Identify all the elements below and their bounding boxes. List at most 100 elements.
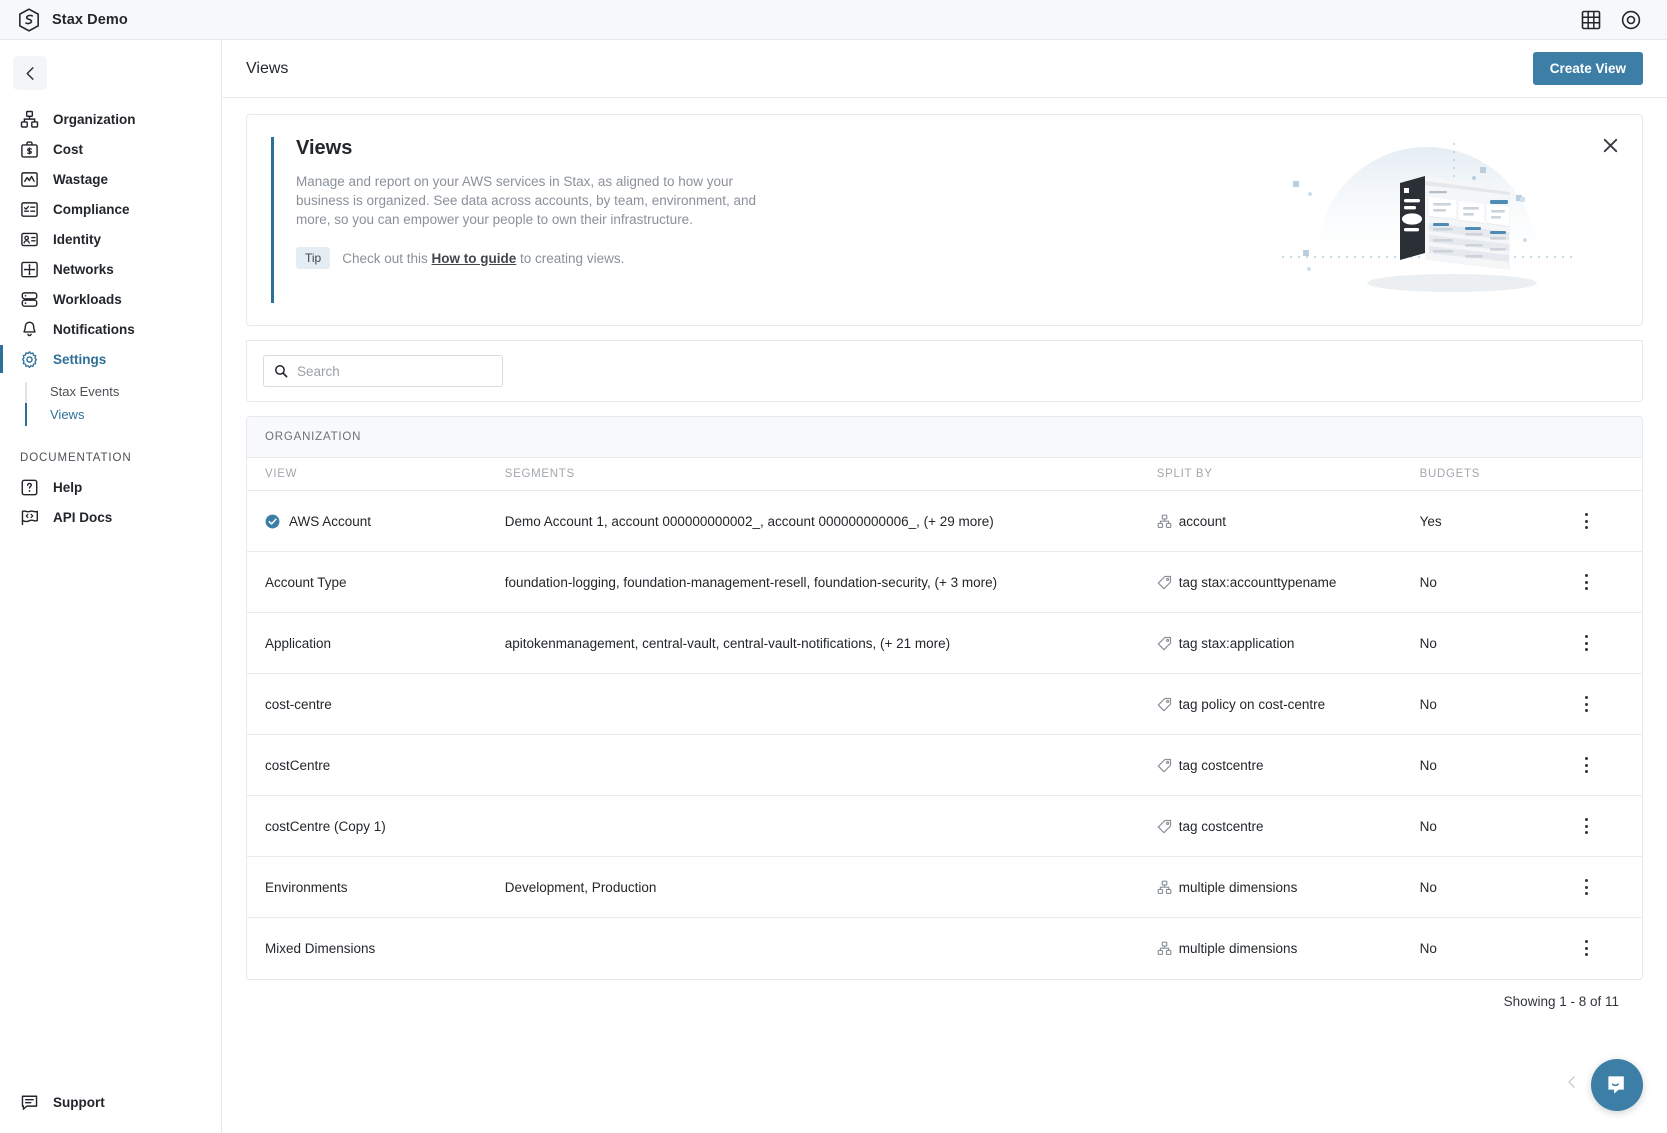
sidebar-collapse-button[interactable] <box>13 56 47 90</box>
sidebar-item-help[interactable]: Help <box>0 472 221 502</box>
cell-budgets: Yes <box>1419 490 1572 552</box>
sidebar-item-settings[interactable]: Settings <box>0 344 221 374</box>
cell-budgets: No <box>1419 551 1572 613</box>
split-by-label: tag policy on cost-centre <box>1178 696 1326 712</box>
cell-budgets: No <box>1419 940 1437 956</box>
sidebar-item-organization[interactable]: Organization <box>0 104 221 134</box>
tag-icon <box>1157 575 1171 589</box>
banner-close-button[interactable] <box>1598 133 1622 157</box>
row-menu-button[interactable] <box>1577 756 1595 774</box>
sidebar-subitem-label: Views <box>50 407 85 422</box>
chat-launcher-button[interactable] <box>1591 1059 1643 1111</box>
search-box[interactable] <box>263 355 503 387</box>
cell-view: costCentre <box>247 734 505 796</box>
sidebar-item-notifications[interactable]: Notifications <box>0 314 221 344</box>
tag-icon <box>1157 697 1171 711</box>
tag-icon <box>1157 636 1171 650</box>
table-row[interactable]: cost-centre tag policy on cost-centre No <box>247 673 1642 735</box>
table-row[interactable]: AWS Account Demo Account 1, account 00000… <box>247 490 1642 552</box>
cell-split-by: tag stax:application <box>1156 612 1420 674</box>
search-card <box>246 340 1643 402</box>
view-name: Environments <box>265 879 348 895</box>
view-name: costCentre <box>265 757 331 773</box>
banner-title: Views <box>296 137 353 159</box>
row-menu-button[interactable] <box>1577 817 1595 835</box>
gear-icon <box>21 350 38 368</box>
sidebar-item-label: Cost <box>53 141 83 157</box>
networks-icon <box>21 261 38 277</box>
cell-segments <box>504 734 1157 796</box>
table-row[interactable]: Application apitokenmanagement, central-v… <box>247 612 1642 674</box>
search-input[interactable] <box>297 363 492 379</box>
row-menu-button[interactable] <box>1577 512 1595 530</box>
identity-card-icon <box>21 232 38 246</box>
sidebar-subitem-stax-events[interactable]: Stax Events <box>0 380 221 403</box>
cell-view: Environments <box>247 856 505 918</box>
sidebar-item-wastage[interactable]: Wastage <box>0 164 221 194</box>
app-root: Stax Demo Organization Cost Wastage Comp… <box>0 0 1667 1133</box>
sidebar-item-workloads[interactable]: Workloads <box>0 284 221 314</box>
sidebar-item-identity[interactable]: Identity <box>0 224 221 254</box>
cell-segments: apitokenmanagement, central-vault, centr… <box>504 612 1157 674</box>
cell-segments: Development, Production <box>504 856 1157 918</box>
banner-tip-line: Tip Check out this How to guide to creat… <box>296 247 788 269</box>
brand[interactable]: Stax Demo <box>18 7 128 32</box>
cell-split-by: account <box>1156 490 1420 552</box>
views-table-card: ORGANIZATION VIEW SEGMENTS SPLIT BY BUDG… <box>246 416 1643 980</box>
split-by-label: multiple dimensions <box>1178 879 1298 895</box>
cell-split-by: tag costcentre <box>1156 734 1420 796</box>
sidebar-item-label: Support <box>53 1094 105 1110</box>
wastage-chart-icon <box>21 171 38 187</box>
sidebar-item-cost[interactable]: Cost <box>0 134 221 164</box>
cell-split-by: tag costcentre <box>1156 795 1420 857</box>
row-menu-button[interactable] <box>1577 939 1595 957</box>
page-header: Views Create View <box>222 40 1667 98</box>
cell-view: cost-centre <box>247 673 505 735</box>
create-view-button[interactable]: Create View <box>1532 52 1643 85</box>
view-name: Application <box>265 635 332 651</box>
views-info-banner: Views Manage and report on your AWS serv… <box>246 114 1643 326</box>
sidebar-item-label: Settings <box>53 351 107 367</box>
cell-actions <box>1571 795 1642 857</box>
table-row[interactable]: Account Type foundation-logging, foundati… <box>247 551 1642 613</box>
tip-badge: Tip <box>296 247 331 269</box>
row-menu-button[interactable] <box>1577 878 1595 896</box>
account-circle-icon[interactable] <box>1621 10 1641 30</box>
table-row[interactable]: costCentre (Copy 1) tag costcentre No <box>247 795 1642 857</box>
how-to-guide-link[interactable]: How to guide <box>432 251 517 266</box>
row-menu-button[interactable] <box>1577 573 1595 591</box>
row-menu-button[interactable] <box>1577 695 1595 713</box>
body: Organization Cost Wastage Compliance Ide… <box>0 40 1667 1133</box>
tip-prefix: Check out this <box>342 250 432 266</box>
stax-hexagon-logo-icon <box>19 7 39 32</box>
grid-apps-icon[interactable] <box>1581 10 1601 30</box>
cell-actions <box>1571 856 1642 918</box>
sidebar-item-networks[interactable]: Networks <box>0 254 221 284</box>
dimension-icon <box>1157 880 1172 894</box>
top-bar: Stax Demo <box>0 0 1667 40</box>
row-menu-button[interactable] <box>1577 634 1595 652</box>
column-header-actions <box>1571 458 1642 491</box>
sidebar-item-api-docs[interactable]: API Docs <box>0 502 221 532</box>
cell-view: Mixed Dimensions <box>247 918 505 979</box>
chat-collapse-chevron-icon[interactable] <box>1565 1075 1579 1089</box>
organization-icon <box>20 110 39 128</box>
page-title: Views <box>246 59 289 77</box>
cell-split-by: multiple dimensions <box>1156 856 1420 918</box>
cell-split-by: tag stax:accounttypename <box>1156 551 1420 613</box>
column-header-view: VIEW <box>247 458 505 491</box>
cell-budgets: No <box>1419 612 1572 674</box>
cell-segments <box>505 918 1157 979</box>
sidebar-subitem-views[interactable]: Views <box>0 403 221 426</box>
table-row[interactable]: Mixed Dimensions multiple dimensions No <box>247 918 1642 979</box>
split-by-label: tag stax:application <box>1178 635 1295 651</box>
sidebar-item-support[interactable]: Support <box>0 1087 221 1117</box>
table-row[interactable]: Environments Development, Production multi… <box>247 856 1642 918</box>
sidebar-item-label: Notifications <box>53 321 135 337</box>
cell-segments <box>504 795 1157 857</box>
sidebar-item-label: Organization <box>53 111 136 127</box>
sidebar-item-compliance[interactable]: Compliance <box>0 194 221 224</box>
table-row[interactable]: costCentre tag costcentre No <box>247 734 1642 796</box>
banner-description: Manage and report on your AWS services i… <box>296 174 757 227</box>
tag-icon <box>1157 819 1171 833</box>
